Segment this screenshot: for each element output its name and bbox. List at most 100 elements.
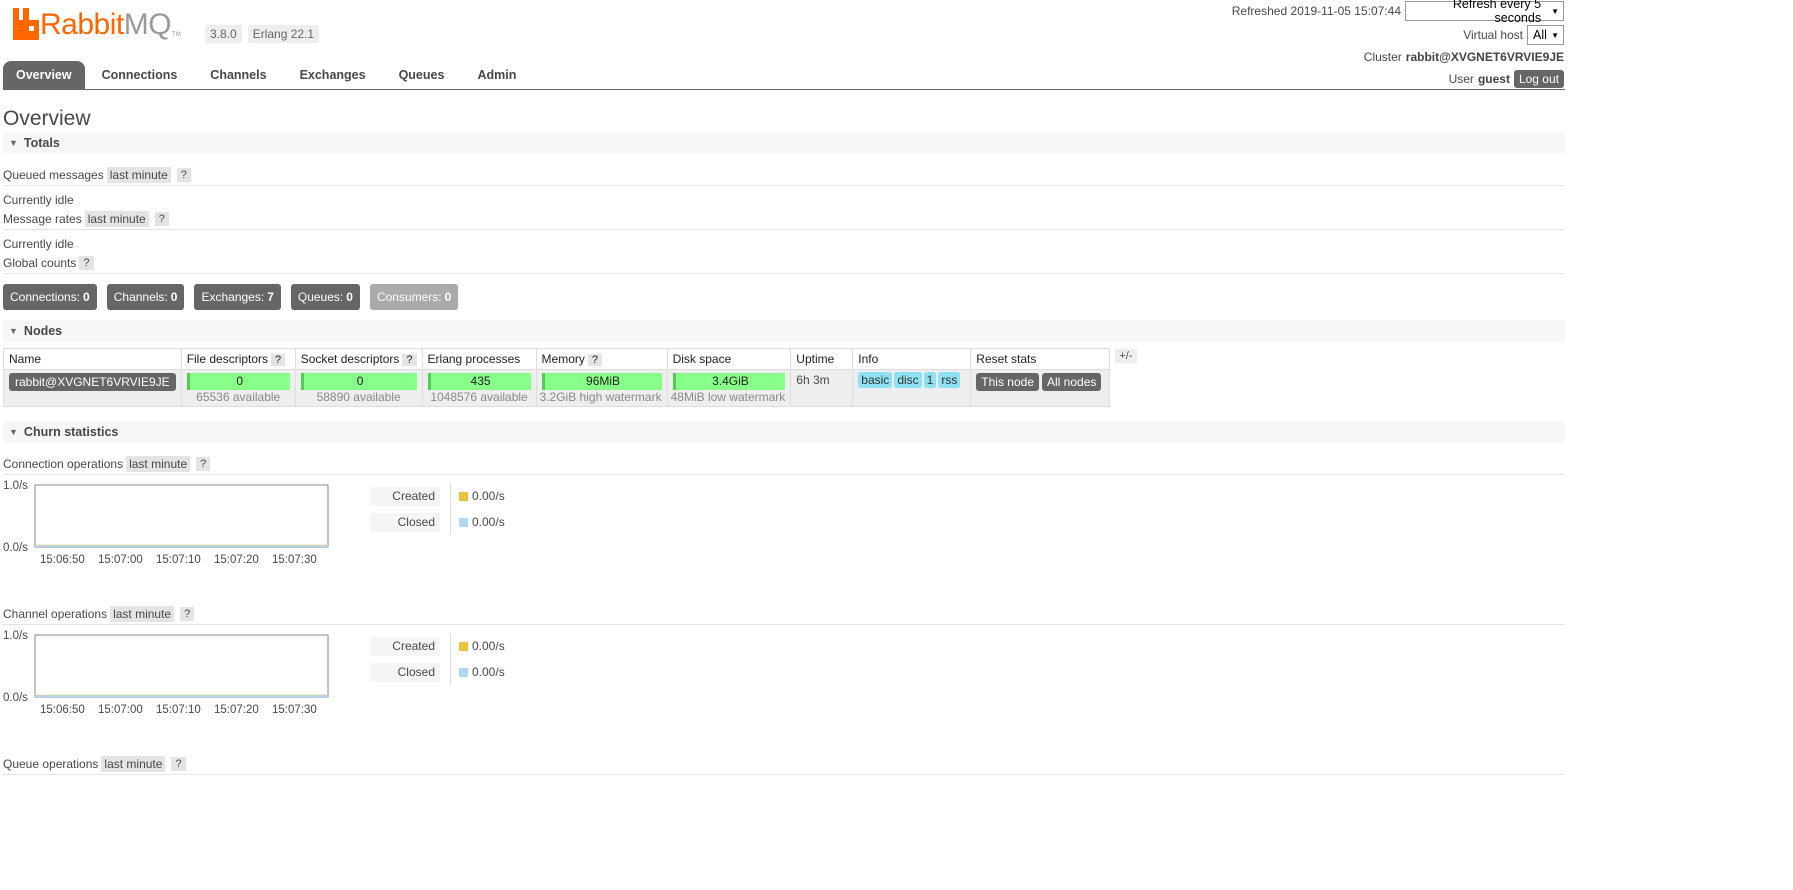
rabbitmq-version: 3.8.0 (205, 25, 242, 43)
legend-row-closed: Closed 0.00/s (370, 509, 505, 535)
consumers-count[interactable]: Consumers: 0 (369, 284, 459, 310)
chart-legend: Created 0.00/s Closed 0.00/s (370, 633, 505, 685)
collapse-triangle-icon: ▼ (9, 326, 18, 336)
rates-period-pill[interactable]: last minute (84, 210, 149, 227)
y-axis-tick-label: 1.0/s (3, 630, 28, 642)
churn-section-header[interactable]: ▼ Churn statistics (3, 421, 1565, 443)
rabbitmq-logo[interactable]: RabbitMQ TM (13, 8, 181, 40)
help-icon[interactable]: ? (180, 606, 195, 621)
queue-ops-label: Queue operations (3, 756, 99, 771)
help-icon[interactable]: ? (79, 255, 94, 270)
connection-ops-header: Connection operations last minute ? (3, 453, 1565, 475)
disk-bar: 3.4GiB (672, 373, 786, 390)
connection-ops-period-pill[interactable]: last minute (126, 455, 191, 472)
legend-swatch (459, 491, 468, 501)
help-icon[interactable]: ? (402, 354, 417, 366)
tab-channels[interactable]: Channels (194, 61, 282, 89)
nodes-table: Name File descriptors? Socket descriptor… (3, 348, 1111, 407)
logo-tm: TM (172, 32, 181, 38)
legend-value: 0.00/s (472, 489, 505, 503)
node-name-cell: rabbit@XVGNET6VRVIE9JE (3, 369, 182, 407)
reset-all-nodes-button[interactable]: All nodes (1042, 373, 1102, 391)
legend-row-created: Created 0.00/s (370, 483, 505, 509)
column-toggle-button[interactable]: +/- (1115, 349, 1137, 363)
ep-available: 1048576 available (430, 390, 528, 404)
global-counts-header: Global counts ? (3, 252, 1565, 274)
legend-label: Closed (370, 512, 440, 532)
churn-title: Churn statistics (23, 425, 119, 439)
help-icon[interactable]: ? (196, 456, 211, 471)
version-badges: 3.8.0 Erlang 22.1 (205, 25, 320, 43)
erlang-version: Erlang 22.1 (247, 25, 320, 43)
reset-this-node-button[interactable]: This node (976, 373, 1039, 391)
vhost-label: Virtual host (1463, 28, 1523, 42)
connections-count[interactable]: Connections: 0 (3, 284, 97, 310)
info-tag: rss (938, 372, 961, 388)
vhost-select[interactable]: All ▼ (1527, 25, 1564, 45)
nodes-section-header[interactable]: ▼ Nodes (3, 320, 1565, 342)
help-icon[interactable]: ? (171, 756, 186, 771)
global-counts: Connections: 0 Channels: 0 Exchanges: 7 Que… (3, 284, 1565, 310)
fd-bar: 0 (186, 373, 290, 390)
legend-value: 0.00/s (472, 639, 505, 653)
logo-wordmark: RabbitMQ (40, 8, 172, 41)
info-cell: basic disc 1 rss (852, 369, 972, 407)
rabbit-logo-icon (13, 8, 39, 40)
memory-cell: 96MiB 3.2GiB high watermark (535, 369, 668, 407)
refresh-interval-select[interactable]: Refresh every 5 seconds ▼ (1405, 0, 1564, 25)
legend-value: 0.00/s (472, 515, 505, 529)
tab-overview[interactable]: Overview (3, 61, 85, 89)
message-rates-header: Message rates last minute ? (3, 208, 1565, 230)
queued-messages-header: Queued messages last minute ? (3, 164, 1565, 186)
channel-ops-label: Channel operations (3, 606, 108, 621)
main-nav-tabs: Overview Connections Channels Exchanges … (3, 61, 1565, 90)
help-icon[interactable]: ? (154, 211, 169, 226)
exchanges-count[interactable]: Exchanges: 7 (194, 284, 281, 310)
help-icon[interactable]: ? (587, 354, 602, 366)
queue-ops-period-pill[interactable]: last minute (101, 755, 166, 772)
legend-row-created: Created 0.00/s (370, 633, 505, 659)
channel-ops-chart: 1.0/s 0.0/s 15:06:50 15:07:00 15:07:10 15:07:… (3, 625, 1565, 743)
x-axis-tick-label: 15:07:30 (272, 704, 317, 716)
tab-connections[interactable]: Connections (86, 61, 194, 89)
x-axis-tick-label: 15:06:50 (40, 554, 85, 566)
col-reset-stats: Reset stats (970, 348, 1111, 370)
legend-label: Closed (370, 662, 440, 682)
tab-admin[interactable]: Admin (461, 61, 532, 89)
channel-ops-period-pill[interactable]: last minute (110, 605, 175, 622)
x-axis-tick-label: 15:07:00 (98, 704, 143, 716)
queued-period-pill[interactable]: last minute (106, 166, 171, 183)
sd-cell: 0 58890 available (294, 369, 423, 407)
channels-count[interactable]: Channels: 0 (106, 284, 185, 310)
uptime-cell: 6h 3m (790, 369, 854, 407)
tab-queues[interactable]: Queues (383, 61, 461, 89)
col-name: Name (3, 348, 182, 370)
x-axis-tick-label: 15:07:10 (156, 554, 201, 566)
legend-swatch (459, 641, 468, 651)
help-icon[interactable]: ? (176, 167, 191, 182)
x-axis-tick-label: 15:07:10 (156, 704, 201, 716)
tab-exchanges[interactable]: Exchanges (284, 61, 382, 89)
queues-count[interactable]: Queues: 0 (290, 284, 360, 310)
col-memory: Memory? (535, 348, 668, 370)
main-content: Overview ▼ Totals Queued messages last m… (3, 106, 1565, 775)
fd-available: 65536 available (196, 390, 281, 404)
col-file-descriptors: File descriptors? (180, 348, 296, 370)
nodes-title: Nodes (23, 324, 63, 338)
refresh-interval-value: Refresh every 5 seconds (1452, 0, 1542, 25)
channel-ops-plot: 1.0/s 0.0/s 15:06:50 15:07:00 15:07:10 15:07:… (3, 630, 329, 716)
nodes-table-header: Name File descriptors? Socket descriptor… (3, 348, 1111, 370)
connection-ops-chart: 1.0/s 0.0/s 15:06:50 15:07:00 15:07:10 15:07:… (3, 475, 1565, 593)
totals-title: Totals (23, 136, 60, 150)
node-name-link[interactable]: rabbit@XVGNET6VRVIE9JE (9, 373, 176, 391)
memory-bar: 96MiB (541, 373, 662, 390)
dropdown-arrow-icon: ▼ (1551, 30, 1559, 40)
totals-section-header[interactable]: ▼ Totals (3, 132, 1565, 154)
info-tag: disc (894, 372, 922, 388)
sd-available: 58890 available (316, 390, 401, 404)
ep-cell: 435 1048576 available (421, 369, 537, 407)
help-icon[interactable]: ? (271, 354, 286, 366)
global-counts-label: Global counts (3, 255, 77, 270)
col-erlang-processes: Erlang processes (421, 348, 537, 370)
legend-label: Created (370, 486, 440, 506)
